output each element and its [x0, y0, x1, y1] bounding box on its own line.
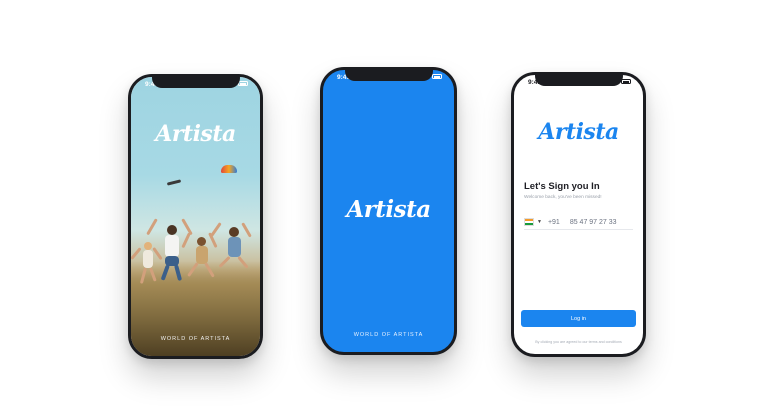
- battery-icon: [238, 81, 248, 86]
- device-notch: [151, 77, 240, 88]
- phone-photo-splash: 9:41 Artista WORLD OF ARTISTA: [128, 74, 263, 359]
- app-tagline: WORLD OF ARTISTA: [160, 336, 231, 342]
- app-logo: Artista: [538, 119, 619, 145]
- phone-number-field[interactable]: ▼ +91 85 47 97 27 33: [524, 215, 633, 230]
- battery-icon: [432, 74, 442, 79]
- chevron-down-icon[interactable]: ▼: [537, 219, 542, 225]
- phone-number-input[interactable]: 85 47 97 27 33: [570, 219, 617, 226]
- india-flag-icon[interactable]: [524, 218, 534, 226]
- paraglider-image: [221, 165, 237, 173]
- login-button[interactable]: Log in: [521, 310, 636, 327]
- device-notch: [344, 70, 433, 81]
- app-tagline: WORLD OF ARTISTA: [353, 332, 424, 338]
- phone-blue-splash: 9:41 Artista WORLD OF ARTISTA: [320, 67, 457, 355]
- sign-in-title: Let's Sign you In: [524, 181, 600, 192]
- phone-sign-in: 9:41 Artista Let's Sign you In Welcome b…: [511, 72, 646, 357]
- background-photo: [131, 77, 260, 356]
- country-code[interactable]: +91: [548, 219, 560, 226]
- device-notch: [534, 75, 623, 86]
- app-logo: Artista: [155, 121, 236, 147]
- battery-icon: [621, 79, 631, 84]
- sign-in-subtitle: Welcome back, you've been missed!: [524, 195, 602, 200]
- app-logo: Artista: [346, 196, 431, 223]
- paraglider-image: [166, 179, 182, 186]
- terms-text[interactable]: By clicking you are agreed to our terms …: [514, 340, 643, 344]
